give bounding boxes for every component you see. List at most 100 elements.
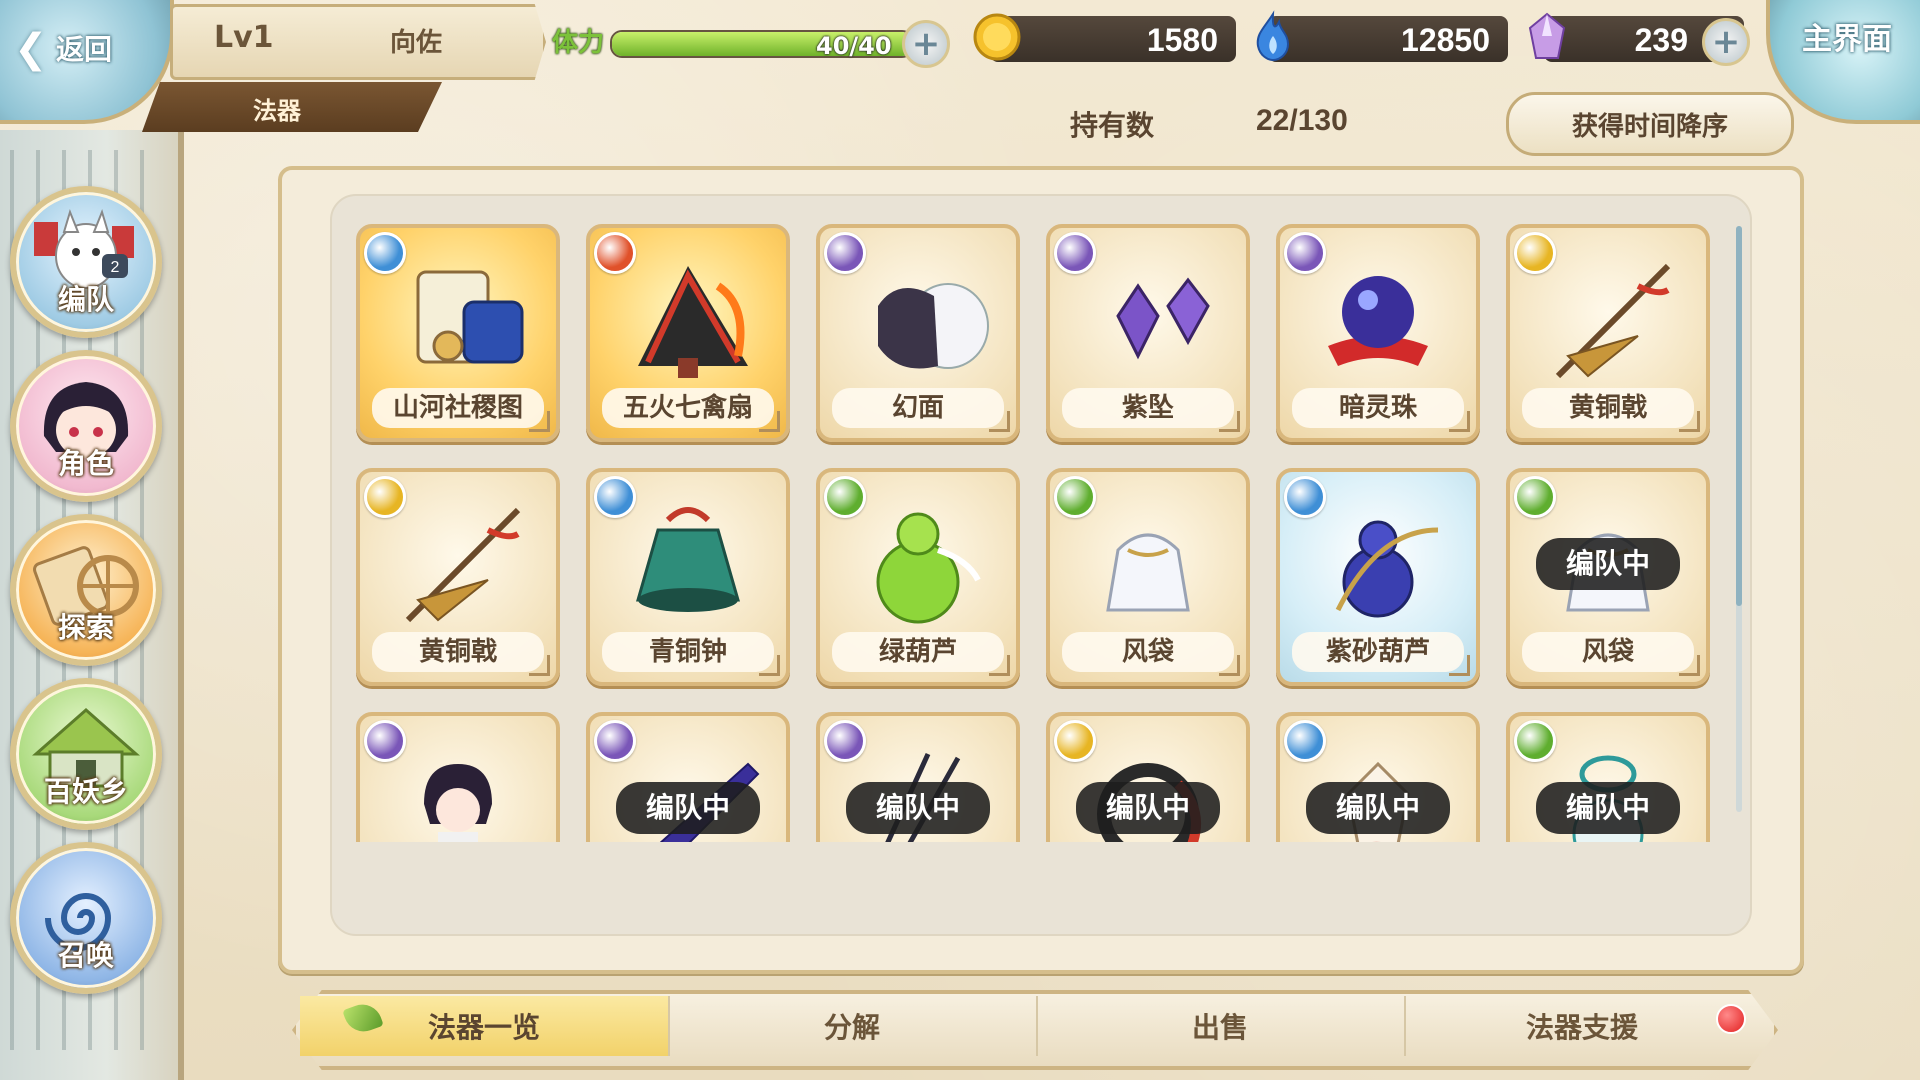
card-corner-ornament [1449,411,1470,432]
light-element-icon [364,476,406,518]
nav-label: 角色 [57,447,114,480]
player-level: Lv1 [214,20,274,55]
item-name: 幻面 [832,388,1004,428]
item-card[interactable]: 编队中 [586,712,790,842]
dark-element-icon [824,232,866,274]
crystal-icon [1528,12,1566,59]
in-team-badge: 编队中 [1306,782,1450,834]
card-corner-ornament [529,411,550,432]
item-card[interactable]: 五火七禽扇 [586,224,790,442]
card-corner-ornament [529,655,550,676]
tab-support[interactable]: 法器支援 [1404,996,1760,1056]
nav-team[interactable]: 2 编队 [10,186,162,338]
stamina-value: 40/40 [816,32,892,60]
nav-label: 编队 [57,283,114,316]
wind-element-icon [824,476,866,518]
nav-label: 召唤 [57,939,114,972]
gourd-icon [876,512,981,624]
water-element-icon [1284,720,1326,762]
item-card[interactable]: 紫砂葫芦 [1276,468,1480,686]
wind-element-icon [1514,476,1556,518]
item-card[interactable]: 绿葫芦 [816,468,1020,686]
item-card[interactable]: 编队中 [1046,712,1250,842]
in-team-badge: 编队中 [616,782,760,834]
crystal-plus-button[interactable]: + [1702,18,1750,66]
scrollbar-thumb[interactable] [1736,226,1742,606]
card-corner-ornament [759,655,780,676]
tab-sell[interactable]: 出售 [1036,996,1406,1056]
tab-decompose[interactable]: 分解 [668,996,1038,1056]
water-element-icon [364,232,406,274]
item-grid: 山河社稷图 五火七禽扇 幻面 紫坠 暗灵珠 黄铜戟 黄铜戟 青铜钟 绿葫芦 风袋 紫砂葫芦 风袋 编队中… [356,220,1726,842]
svg-text:2: 2 [111,259,120,276]
in-team-badge: 编队中 [1076,782,1220,834]
dark-element-icon [1054,232,1096,274]
nav-summon[interactable]: 召唤 [10,842,162,994]
item-name: 黄铜戟 [1522,388,1694,428]
purple-gourd-icon [1335,520,1439,618]
item-name: 青铜钟 [602,632,774,672]
soul-fire-display: 12850 [1268,16,1508,62]
card-corner-ornament [1219,411,1240,432]
section-title: 法器 [142,82,442,132]
orb-icon [1328,276,1428,366]
card-corner-ornament [989,411,1010,432]
main-screen-label: 主界面 [1802,22,1892,57]
item-name: 绿葫芦 [832,632,1004,672]
item-card[interactable]: 暗灵珠 [1276,224,1480,442]
card-corner-ornament [989,655,1010,676]
crystal-value: 239 [1634,22,1688,58]
item-card[interactable]: 山河社稷图 [356,224,560,442]
tab-label: 法器一览 [427,1011,540,1044]
gold-coin-icon [973,13,1021,61]
nav-character[interactable]: 角色 [10,350,162,502]
item-name: 黄铜戟 [372,632,544,672]
halberd-icon [1555,263,1671,379]
item-card[interactable]: 风袋 编队中 [1506,468,1710,686]
item-card[interactable]: 幻面 [816,224,1020,442]
blue-flame-icon [1256,10,1290,62]
wind-element-icon [1514,720,1556,762]
card-corner-ornament [759,411,780,432]
in-team-badge: 编队中 [1536,538,1680,590]
gold-value: 1580 [1146,22,1218,58]
back-label: 返回 [56,33,113,66]
item-card[interactable]: 紫坠 [1046,224,1250,442]
section-title-label: 法器 [253,97,301,125]
back-arrow-icon: ❮ [14,26,48,72]
pendant-icon [1116,277,1210,360]
nav-village[interactable]: 百妖乡 [10,678,162,830]
fire-element-icon [594,232,636,274]
tab-label: 出售 [1191,1011,1248,1044]
item-name: 风袋 [1522,632,1694,672]
item-card[interactable]: 风袋 [1046,468,1250,686]
item-card[interactable]: 黄铜戟 [1506,224,1710,442]
item-card[interactable]: 编队中 [816,712,1020,842]
item-name: 紫砂葫芦 [1292,632,1464,672]
holding-label: 持有数 [1070,109,1155,142]
player-name: 向佐 [390,28,443,58]
sort-button[interactable]: 获得时间降序 [1506,92,1794,156]
in-team-badge: 编队中 [1536,782,1680,834]
item-card[interactable]: 编队中 [1506,712,1710,842]
halberd-icon [405,507,521,623]
holding-count: 22/130 [1256,104,1348,137]
fan-icon [638,266,748,378]
item-card[interactable]: 编队中 [1276,712,1480,842]
item-name: 山河社稷图 [372,388,544,428]
stamina-plus-button[interactable]: + [902,20,950,68]
scroll-icon [416,270,524,364]
mask-icon [878,283,989,369]
item-card[interactable] [356,712,560,842]
nav-label: 百妖乡 [43,775,128,808]
nav-explore[interactable]: 探索 [10,514,162,666]
nav-label: 探索 [57,611,114,644]
item-card[interactable]: 青铜钟 [586,468,790,686]
item-card[interactable]: 黄铜戟 [356,468,560,686]
dark-element-icon [364,720,406,762]
card-corner-ornament [1449,655,1470,676]
light-element-icon [1054,720,1096,762]
dark-element-icon [1284,232,1326,274]
bell-icon [636,507,740,612]
tab-label: 分解 [823,1011,880,1044]
